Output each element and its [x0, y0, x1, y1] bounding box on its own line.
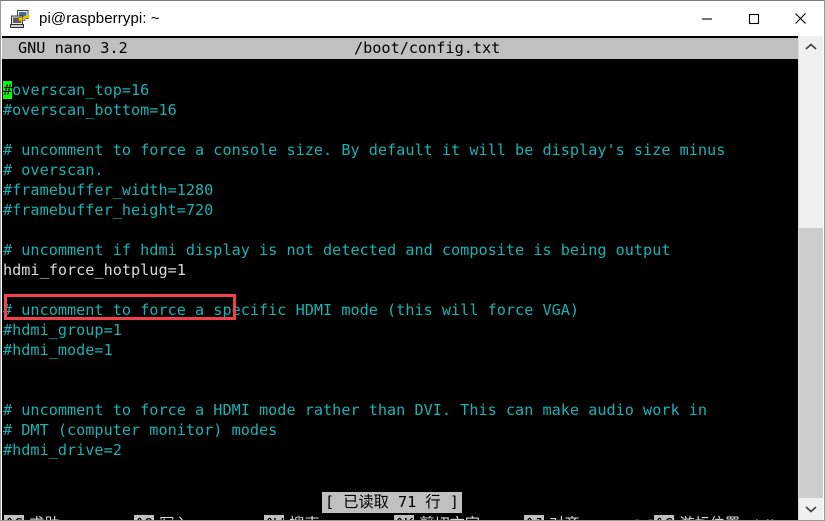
nano-text-line: hdmi_force_hotplug=1	[3, 261, 186, 279]
nano-shortcut-bar: ^G求助^O写入^W搜索^K剪切文字^J对齐^C游标位置 ^X离开^R读档^\替…	[2, 514, 799, 520]
putty-icon	[9, 8, 31, 30]
nano-text-line	[2, 380, 799, 400]
shortcut-label: 游标位置	[679, 515, 740, 520]
scroll-up-arrow-icon[interactable]	[799, 36, 823, 58]
shortcut-key: ^G	[4, 515, 25, 520]
shortcut-key: ^W	[264, 515, 285, 520]
close-button[interactable]	[777, 1, 824, 36]
text-cursor: #	[3, 81, 13, 99]
nano-text-line: # uncomment to force a HDMI mode rather …	[3, 401, 708, 419]
scrollbar-thumb[interactable]	[799, 228, 823, 498]
shortcut-label: 求助	[29, 515, 59, 520]
nano-text-line	[2, 120, 799, 140]
maximize-button[interactable]	[730, 1, 777, 36]
nano-text-line: # uncomment to force a console size. By …	[3, 141, 726, 159]
nano-text-line: #hdmi_drive=2	[3, 441, 122, 459]
nano-text-line: #hdmi_mode=1	[3, 341, 113, 359]
scroll-down-arrow-icon[interactable]	[799, 498, 823, 520]
nano-status-message: [ 已读取 71 行 ]	[322, 492, 462, 513]
nano-text-line: # overscan.	[3, 161, 104, 179]
shortcut-item[interactable]: ^C 游标位置	[654, 514, 740, 520]
nano-text-line	[2, 280, 799, 300]
window-titlebar[interactable]: pi@raspberrypi: ~	[1, 1, 824, 36]
shortcut-key: ^K	[394, 515, 415, 520]
nano-text-buffer[interactable]: #overscan_top=16 #overscan_bottom=16 # un…	[2, 80, 799, 460]
shortcut-label: 搜索	[289, 515, 319, 520]
scrollbar-track[interactable]	[799, 58, 823, 498]
nano-title-bar: GNU nano 3.2 /boot/config.txt	[2, 38, 799, 59]
nano-text-line: #overscan_bottom=16	[3, 101, 177, 119]
nano-text-line	[2, 220, 799, 240]
minimize-button[interactable]	[683, 1, 730, 36]
shortcut-item[interactable]: ^G 求助	[4, 514, 60, 520]
nano-text-line: #hdmi_group=1	[3, 321, 122, 339]
shortcut-key: ^J	[524, 515, 545, 520]
shortcut-item[interactable]: ^K 剪切文字	[394, 514, 480, 520]
putty-terminal-window: pi@raspberrypi: ~ GNU nano 3.2 /boot/con…	[0, 0, 825, 521]
nano-text-line: # uncomment to force a specific HDMI mod…	[3, 301, 580, 319]
shortcut-key: ^O	[134, 515, 155, 520]
nano-text-line: #framebuffer_height=720	[3, 201, 214, 219]
nano-text-line: #framebuffer_width=1280	[3, 181, 214, 199]
window-controls	[683, 1, 824, 36]
nano-text-line	[2, 360, 799, 380]
window-scrollbar[interactable]	[798, 36, 823, 520]
nano-file-path: /boot/config.txt	[354, 39, 501, 57]
shortcut-label: 剪切文字	[419, 515, 480, 520]
terminal-screen[interactable]: GNU nano 3.2 /boot/config.txt #overscan_…	[2, 36, 799, 520]
shortcut-item[interactable]: ^J 对齐	[524, 514, 580, 520]
shortcut-row-1: ^G 求助 ^O 写入 ^W 搜索 ^K 剪切文字 ^J 对齐 ^C 游标位置	[2, 514, 799, 520]
shortcut-key: ^C	[654, 515, 675, 520]
nano-text-line: # uncomment if hdmi display is not detec…	[3, 241, 671, 259]
nano-text-line: #overscan_top=16	[3, 81, 150, 99]
shortcut-item[interactable]: ^W 搜索	[264, 514, 320, 520]
window-title: pi@raspberrypi: ~	[39, 10, 160, 27]
nano-text-line: # DMT (computer monitor) modes	[3, 421, 278, 439]
shortcut-item[interactable]: ^O 写入	[134, 514, 190, 520]
shortcut-label: 写入	[159, 515, 189, 520]
shortcut-label: 对齐	[549, 515, 579, 520]
nano-version-label: GNU nano 3.2	[18, 39, 128, 57]
